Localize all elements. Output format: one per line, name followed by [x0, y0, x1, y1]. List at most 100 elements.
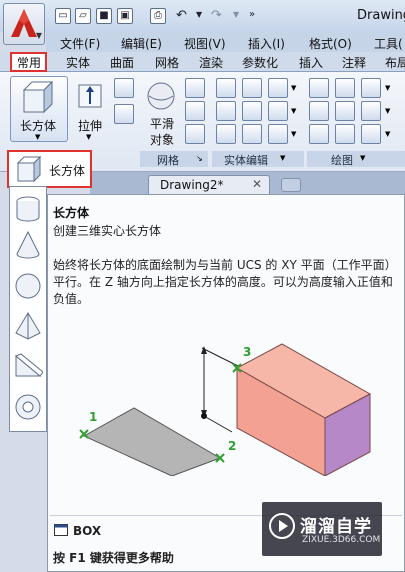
- draw-panel-bar: [307, 151, 405, 167]
- separate-icon[interactable]: [268, 101, 288, 121]
- box-label: 长方体: [20, 119, 57, 133]
- circle-icon[interactable]: [361, 101, 381, 121]
- watermark-subtext: ZIXUE.3D66.COM: [302, 535, 381, 545]
- watermark-text: 溜溜自学: [300, 517, 372, 537]
- imprint-icon[interactable]: [268, 124, 288, 144]
- help-hint: 按 F1 键获得更多帮助: [53, 551, 174, 565]
- spline-icon[interactable]: [309, 101, 329, 121]
- box-dropdown-icon[interactable]: ▼: [35, 133, 40, 141]
- tab-layout[interactable]: 布局: [385, 54, 405, 71]
- shell-icon[interactable]: [242, 124, 262, 144]
- menu-edit[interactable]: 编辑(E): [121, 35, 162, 52]
- rectangle-icon[interactable]: [335, 124, 355, 144]
- mesh-refine-icon[interactable]: [185, 124, 205, 144]
- marker-label-2: 2: [228, 439, 236, 453]
- smooth-object-icon: [147, 82, 175, 110]
- save-as-icon[interactable]: ▣: [117, 8, 133, 24]
- panel-expand-icon[interactable]: ▼: [360, 154, 365, 162]
- slice-icon[interactable]: [242, 101, 262, 121]
- panel-launcher-icon[interactable]: ↘: [196, 154, 203, 163]
- menu-tools[interactable]: 工具(: [374, 35, 403, 52]
- new-file-icon[interactable]: ▭: [55, 8, 71, 24]
- pyramid-icon[interactable]: [13, 311, 43, 341]
- subtract-icon[interactable]: [216, 101, 236, 121]
- marker-label-1: 1: [89, 410, 97, 424]
- cone-icon[interactable]: [13, 230, 43, 260]
- torus-icon[interactable]: [13, 392, 43, 422]
- tooltip-subtitle: 创建三维实心长方体: [53, 224, 162, 238]
- document-tab-label: Drawing2*: [160, 178, 224, 192]
- redo-dropdown-icon[interactable]: ▼: [233, 10, 239, 19]
- autocad-logo-icon: [11, 9, 37, 37]
- box-icon: [16, 155, 42, 183]
- base-plane: [82, 407, 222, 476]
- tab-mesh[interactable]: 网格: [155, 54, 179, 71]
- tab-home[interactable]: 常用: [17, 54, 41, 71]
- wedge-icon[interactable]: [13, 352, 43, 382]
- extrude-face-icon[interactable]: [242, 78, 262, 98]
- more-tools-icon[interactable]: »: [249, 9, 255, 20]
- undo-dropdown-icon[interactable]: ▼: [196, 10, 202, 19]
- panel-title-solid-edit[interactable]: 实体编辑: [224, 152, 268, 168]
- sweep-icon[interactable]: [114, 104, 134, 124]
- dropdown-icon[interactable]: ▼: [385, 130, 390, 138]
- extrude-label[interactable]: 拉伸: [78, 117, 102, 134]
- close-icon[interactable]: ✕: [252, 177, 262, 191]
- arc-icon[interactable]: [361, 78, 381, 98]
- intersect-icon[interactable]: [216, 124, 236, 144]
- box-icon: [22, 80, 54, 114]
- presspull-icon[interactable]: [114, 78, 134, 98]
- dropdown-icon[interactable]: ▼: [291, 130, 296, 138]
- tab-render[interactable]: 渲染: [199, 54, 223, 71]
- panel-title-mesh[interactable]: 网格: [157, 152, 179, 168]
- extrude-dropdown-icon[interactable]: ▼: [86, 133, 91, 141]
- menu-file[interactable]: 文件(F): [60, 35, 100, 52]
- sphere-icon[interactable]: [13, 271, 43, 301]
- fillet-edge-icon[interactable]: [268, 78, 288, 98]
- chevron-down-icon: ▼: [35, 31, 42, 40]
- smooth-label-2[interactable]: 对象: [150, 131, 174, 148]
- undo-icon[interactable]: ↶: [176, 8, 187, 23]
- dropdown-icon[interactable]: ▼: [385, 84, 390, 92]
- tooltip-title: 长方体: [53, 206, 90, 220]
- tab-parametric[interactable]: 参数化: [242, 54, 278, 71]
- menu-insert[interactable]: 插入(I): [248, 35, 285, 52]
- panel-title-draw[interactable]: 绘图: [331, 152, 353, 168]
- line-icon[interactable]: [335, 78, 355, 98]
- print-icon[interactable]: ⎙: [150, 8, 166, 24]
- smooth-label-1[interactable]: 平滑: [150, 115, 174, 132]
- panel-expand-icon[interactable]: ▼: [280, 154, 285, 162]
- new-tab-icon[interactable]: [281, 178, 301, 192]
- tab-annotate[interactable]: 注释: [342, 54, 366, 71]
- tab-surface[interactable]: 曲面: [110, 54, 134, 71]
- extrude-icon: [78, 84, 102, 108]
- open-folder-icon[interactable]: ▱: [75, 8, 91, 24]
- redo-icon[interactable]: ↷: [211, 8, 222, 23]
- polyline-icon[interactable]: [309, 78, 329, 98]
- cylinder-icon[interactable]: [13, 194, 43, 224]
- tab-solid[interactable]: 实体: [66, 54, 90, 71]
- save-icon[interactable]: ■: [96, 8, 112, 24]
- mesh-add-icon[interactable]: [185, 78, 205, 98]
- box-command-label: 长方体: [49, 164, 86, 178]
- dropdown-icon[interactable]: ▼: [291, 84, 296, 92]
- height-guide-top: [201, 347, 243, 369]
- mesh-remove-icon[interactable]: [185, 101, 205, 121]
- dropdown-icon[interactable]: ▼: [291, 107, 296, 115]
- ray-icon[interactable]: [335, 101, 355, 121]
- marker-label-3: 3: [243, 345, 251, 359]
- command-name: BOX: [73, 524, 102, 538]
- union-icon[interactable]: [216, 78, 236, 98]
- dropdown-icon[interactable]: ▼: [385, 107, 390, 115]
- ellipse-icon[interactable]: [361, 124, 381, 144]
- application-menu-button[interactable]: ▼: [3, 3, 45, 45]
- tooltip-description: 始终将长方体的底面绘制为与当前 UCS 的 XY 平面（工作平面）平行。在 Z …: [53, 258, 397, 306]
- play-logo-icon: [269, 513, 295, 539]
- tab-insert[interactable]: 插入: [299, 54, 323, 71]
- command-icon: [54, 524, 68, 536]
- menu-format[interactable]: 格式(O): [309, 35, 352, 52]
- menu-view[interactable]: 视图(V): [184, 35, 226, 52]
- box-illustration: 1 2 3: [79, 343, 372, 476]
- polygon-icon[interactable]: [309, 124, 329, 144]
- window-title: Drawing: [357, 8, 405, 23]
